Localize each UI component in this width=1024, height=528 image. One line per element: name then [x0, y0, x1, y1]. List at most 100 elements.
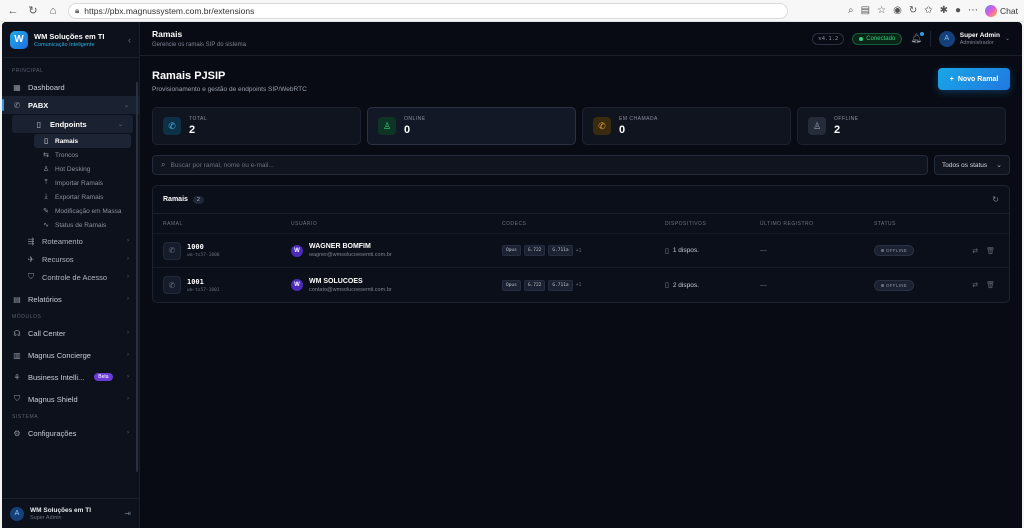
- sidebar-item-ramais[interactable]: ▯ Ramais: [34, 134, 131, 148]
- address-bar[interactable]: 🔒︎ https://pbx.magnussystem.com.br/exten…: [68, 2, 788, 19]
- sidebar-item-endpoints[interactable]: ▯ Endpoints ⌄: [12, 115, 133, 133]
- sliders-icon: ⚙: [13, 428, 21, 438]
- sidebar-nav: PRINCIPAL ▦ Dashboard ✆ PABX ⌄ ▯ Endpoin…: [2, 58, 139, 498]
- home-icon[interactable]: ⌂: [46, 4, 60, 18]
- activity-icon: ∿: [43, 222, 49, 229]
- column-header[interactable]: USUÁRIO: [291, 221, 502, 227]
- sidebar-item-pabx[interactable]: ✆ PABX ⌄: [2, 96, 139, 114]
- trash-icon[interactable]: 🗑︎: [986, 281, 995, 289]
- status-dot: [859, 36, 864, 41]
- brand-name: WM Soluções em TI: [34, 31, 105, 41]
- codec-badge: G.711a: [548, 279, 573, 291]
- sidebar-item-concierge[interactable]: ▥ Magnus Concierge ›: [2, 346, 139, 364]
- reader-icon[interactable]: ▤: [861, 5, 870, 16]
- edit-icon[interactable]: ⇄: [972, 247, 978, 255]
- user-menu[interactable]: A Super Admin Administrador ⌄: [929, 30, 1010, 47]
- user-email: wagner@wmsolucoesemti.com.br: [309, 252, 392, 258]
- brand: W WM Soluções em TI Comunicação Intelige…: [2, 22, 139, 58]
- sidebar-item-exportar[interactable]: ⤓ Exportar Ramais: [2, 190, 139, 204]
- codec-more: +1: [575, 247, 582, 254]
- refresh-icon[interactable]: ↻: [992, 195, 999, 204]
- plus-icon: +: [949, 75, 954, 83]
- sidebar-item-call-center[interactable]: ☊ Call Center ›: [2, 324, 139, 342]
- stat-label: TOTAL: [189, 116, 208, 122]
- column-header[interactable]: CODECS: [502, 221, 665, 227]
- column-header[interactable]: DISPOSITIVOS: [665, 221, 760, 227]
- codec-badge: G.722: [523, 279, 546, 291]
- sidebar-item-dashboard[interactable]: ▦ Dashboard: [2, 78, 139, 96]
- chevron-right-icon: ›: [127, 274, 129, 280]
- notification-dot: [919, 32, 924, 36]
- status-label: OFFLINE: [885, 248, 908, 253]
- collapse-sidebar-icon[interactable]: ‹: [128, 35, 131, 45]
- trash-icon[interactable]: 🗑︎: [986, 247, 995, 255]
- page-title: Ramais PJSIP: [152, 70, 226, 82]
- search-icon[interactable]: ⌕: [848, 5, 854, 16]
- sidebar-scrollbar[interactable]: [136, 82, 138, 472]
- profile-icon[interactable]: ●: [955, 5, 961, 16]
- reload-icon[interactable]: ↻: [26, 4, 40, 18]
- sidebar-item-roteamento[interactable]: ⇶ Roteamento ›: [2, 232, 139, 250]
- sidebar-item-configuracoes[interactable]: ⚙ Configurações ›: [2, 424, 139, 442]
- stat-total: ✆ TOTAL 2: [152, 107, 361, 145]
- sidebar-item-modificacao[interactable]: ✎ Modificação em Massa: [2, 204, 139, 218]
- stat-value: 2: [189, 124, 196, 136]
- chevron-down-icon: ⌄: [996, 162, 1002, 169]
- sidebar-item-label: PABX: [28, 100, 49, 110]
- column-header[interactable]: RAMAL: [163, 221, 291, 227]
- search-input[interactable]: [170, 161, 919, 169]
- status-dot: [880, 283, 884, 287]
- logout-icon[interactable]: ⇥: [124, 509, 131, 518]
- last-registration: —: [760, 247, 767, 254]
- table-row[interactable]: ✆ 1001 wm-ts57-1001 W WM SOLUCOES contat…: [153, 268, 1009, 302]
- user-x-icon: ♙: [808, 117, 826, 135]
- sidebar-item-recursos[interactable]: ✈ Recursos ›: [2, 250, 139, 268]
- chevron-right-icon: ›: [127, 396, 129, 402]
- sidebar-item-relatorios[interactable]: ▤ Relatórios ›: [2, 290, 139, 308]
- stat-value: 0: [404, 124, 411, 136]
- section-sistema: SISTEMA: [12, 414, 39, 420]
- more-icon[interactable]: ⋯: [968, 5, 978, 16]
- sidebar-item-label: Roteamento: [42, 236, 83, 246]
- column-header[interactable]: ÚLTIMO REGISTRO: [760, 221, 874, 227]
- column-header[interactable]: STATUS: [874, 221, 964, 227]
- url-text: https://pbx.magnussystem.com.br/extensio…: [84, 5, 255, 16]
- stat-label: EM CHAMADA: [619, 116, 658, 122]
- extension-id: wm-ts57-1001: [187, 287, 220, 293]
- sidebar-item-bi[interactable]: ⚘ Business Intelli... Beta ›: [2, 368, 139, 386]
- extension-icon[interactable]: ◉: [893, 5, 902, 16]
- refresh-icon[interactable]: ↻: [909, 5, 917, 16]
- back-icon[interactable]: ←: [6, 4, 20, 18]
- stat-label: ONLINE: [404, 116, 426, 122]
- puzzle-icon[interactable]: ✱: [940, 5, 948, 16]
- sidebar-item-label: Hot Desking: [55, 165, 91, 173]
- sidebar-item-status[interactable]: ∿ Status de Ramais: [2, 218, 139, 232]
- chevron-right-icon: ›: [127, 430, 129, 436]
- sidebar-item-hot-desking[interactable]: ♙ Hot Desking: [2, 162, 139, 176]
- extensions-panel: Ramais 2 ↻ RAMAL USUÁRIO CODECS DISPOSIT…: [152, 185, 1010, 303]
- table-row[interactable]: ✆ 1000 wm-ts57-1000 W WAGNER BOMFIM wagn…: [153, 234, 1009, 268]
- favorites-icon[interactable]: ✩: [924, 5, 932, 16]
- section-modulos: MÓDULOS: [12, 314, 42, 320]
- chat-button[interactable]: Chat: [985, 4, 1018, 17]
- sidebar-item-label: Importar Ramais: [55, 179, 104, 187]
- count-badge: 2: [192, 195, 204, 204]
- shield-check-icon: ⛉: [14, 394, 20, 403]
- status-filter-select[interactable]: Todos os status ⌄: [934, 155, 1010, 175]
- sidebar-item-shield[interactable]: ⛉ Magnus Shield ›: [2, 390, 139, 408]
- stat-value: 0: [619, 124, 626, 136]
- download-icon: ⤓: [44, 193, 48, 200]
- sidebar-item-controle[interactable]: ⛉ Controle de Acesso ›: [2, 268, 139, 286]
- device-count: 1 dispos.: [672, 247, 699, 254]
- new-extension-button[interactable]: + Novo Ramal: [938, 68, 1010, 90]
- sidebar-item-troncos[interactable]: ⇆ Troncos: [2, 148, 139, 162]
- stat-in-call: ✆ EM CHAMADA 0: [582, 107, 791, 145]
- shield-icon: ⛉: [28, 272, 34, 281]
- favorite-icon[interactable]: ☆: [877, 5, 886, 16]
- codec-badge: Opus: [502, 245, 521, 256]
- sidebar-item-importar[interactable]: ⤒ Importar Ramais: [2, 176, 139, 190]
- report-icon: ▤: [13, 294, 21, 304]
- edit-icon[interactable]: ⇄: [972, 281, 978, 289]
- bell-icon[interactable]: 🔔︎: [910, 32, 924, 44]
- chevron-right-icon: ›: [127, 238, 129, 244]
